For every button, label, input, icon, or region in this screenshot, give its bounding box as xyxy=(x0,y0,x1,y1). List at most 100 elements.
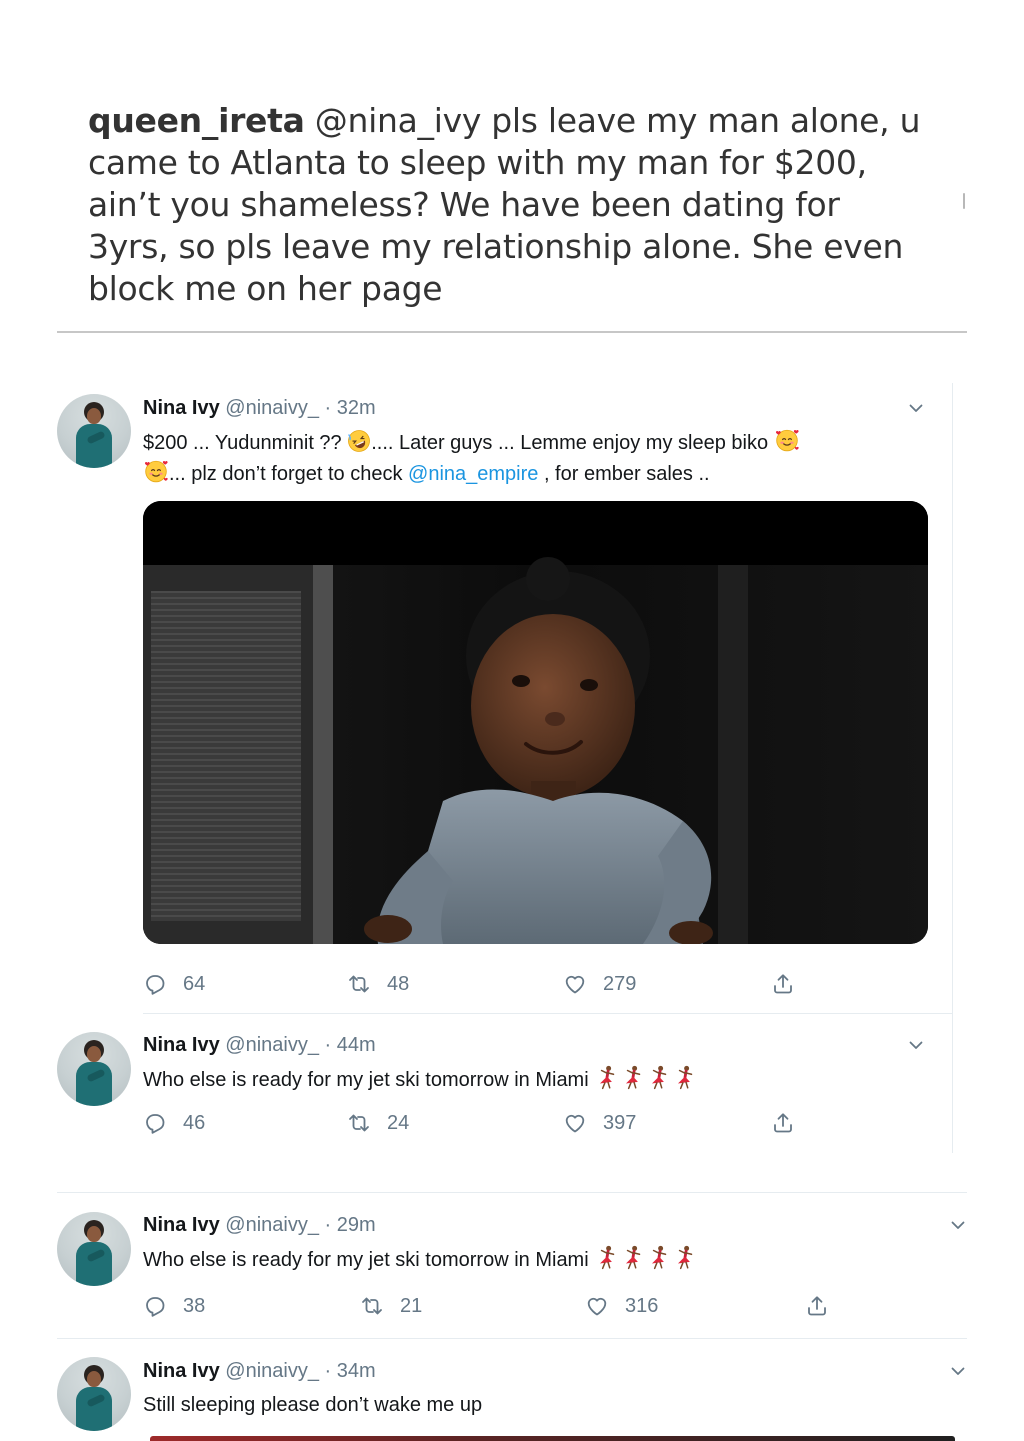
smiling-hearts-emoji xyxy=(774,427,800,453)
tweet-separator xyxy=(143,1013,952,1014)
reply-button[interactable]: 46 xyxy=(143,1108,205,1138)
avatar[interactable] xyxy=(57,1357,131,1431)
rofl-emoji xyxy=(347,429,371,453)
child-photo xyxy=(143,501,928,944)
user-handle[interactable]: @ninaivy_ xyxy=(225,1360,319,1382)
retweet-button[interactable]: 21 xyxy=(360,1291,422,1321)
tweet-header: Nina Ivy @ninaivy_ · 32m xyxy=(143,397,376,420)
tweet-text-line-1: $200 ... Yudunminit ?? .... Later guys .… xyxy=(143,427,800,458)
reply-button[interactable]: 38 xyxy=(143,1291,205,1321)
dancer-emoji xyxy=(620,1244,646,1270)
caption-line-1: queen_ireta @nina_ivy pls leave my man a… xyxy=(88,100,938,142)
caption-line-4: 3yrs, so pls leave my relationship alone… xyxy=(88,227,904,266)
share-icon xyxy=(771,972,795,996)
dancer-emoji xyxy=(672,1244,698,1270)
tweet-header: Nina Ivy @ninaivy_ · 44m xyxy=(143,1034,376,1057)
like-icon xyxy=(563,1111,587,1135)
reply-count: 38 xyxy=(183,1294,206,1317)
chevron-down-icon[interactable] xyxy=(906,398,926,418)
like-button[interactable]: 397 xyxy=(563,1108,636,1138)
retweet-icon xyxy=(360,1294,384,1318)
reply-count: 46 xyxy=(183,1111,206,1134)
dancer-emoji xyxy=(646,1064,672,1090)
tweet-text-part: ... plz don’t forget to check xyxy=(169,463,409,485)
tweet-text-part: Who else is ready for my jet ski tomorro… xyxy=(143,1069,589,1091)
caption-line-3: ain’t you shameless? We have been dating… xyxy=(88,185,840,224)
share-button[interactable] xyxy=(771,969,795,999)
tweet-text: Who else is ready for my jet ski tomorro… xyxy=(143,1064,698,1095)
share-button[interactable] xyxy=(771,1108,795,1138)
mention-link[interactable]: @nina_empire xyxy=(408,463,538,485)
chevron-down-icon[interactable] xyxy=(948,1215,968,1235)
smiling-hearts-emoji xyxy=(143,458,169,484)
tweet-media-image[interactable] xyxy=(143,501,928,944)
caption-line-1-text: pls leave my man alone, u xyxy=(481,101,921,140)
share-button[interactable] xyxy=(805,1291,829,1321)
tweet-header: Nina Ivy @ninaivy_ · 34m xyxy=(143,1360,376,1383)
dancer-emoji xyxy=(594,1244,620,1270)
tweet-actions: 38 21 316 xyxy=(143,1291,843,1321)
caption-line-5: block me on her page xyxy=(88,269,443,308)
reply-icon xyxy=(143,1111,167,1135)
caption-username: queen_ireta xyxy=(88,101,305,140)
dancer-emoji xyxy=(594,1064,620,1090)
reply-icon xyxy=(143,1294,167,1318)
timeline-right-border xyxy=(952,383,953,1153)
reply-icon xyxy=(143,972,167,996)
tweet-text: Still sleeping please don’t wake me up xyxy=(143,1391,482,1420)
tweet-text-part: .... Later guys ... Lemme enjoy my sleep… xyxy=(371,432,769,454)
tweet-text: Who else is ready for my jet ski tomorro… xyxy=(143,1244,698,1275)
caption-text: queen_ireta @nina_ivy pls leave my man a… xyxy=(88,100,938,310)
user-handle[interactable]: @ninaivy_ xyxy=(225,1034,319,1056)
user-handle[interactable]: @ninaivy_ xyxy=(225,397,319,419)
tweet-separator xyxy=(57,1192,967,1193)
separator-dot: · xyxy=(324,397,332,419)
display-name[interactable]: Nina Ivy xyxy=(143,1360,220,1382)
separator-dot: · xyxy=(324,1034,332,1056)
timestamp[interactable]: 32m xyxy=(337,397,376,419)
retweet-count: 48 xyxy=(387,972,410,995)
timestamp[interactable]: 44m xyxy=(337,1034,376,1056)
avatar[interactable] xyxy=(57,1212,131,1286)
display-name[interactable]: Nina Ivy xyxy=(143,397,220,419)
retweet-icon xyxy=(347,1111,371,1135)
like-button[interactable]: 316 xyxy=(585,1291,658,1321)
share-icon xyxy=(805,1294,829,1318)
tweet-actions: 46 24 397 xyxy=(143,1108,803,1138)
user-handle[interactable]: @ninaivy_ xyxy=(225,1214,319,1236)
tweet-media-edge xyxy=(150,1436,955,1441)
tweet-text-part: Still sleeping please don’t wake me up xyxy=(143,1394,483,1416)
chevron-down-icon[interactable] xyxy=(906,1035,926,1055)
separator-dot: · xyxy=(324,1214,332,1236)
retweet-button[interactable]: 24 xyxy=(347,1108,409,1138)
edge-mark xyxy=(963,193,965,209)
tweet-text-part: Who else is ready for my jet ski tomorro… xyxy=(143,1249,589,1271)
display-name[interactable]: Nina Ivy xyxy=(143,1034,220,1056)
dancer-emoji xyxy=(646,1244,672,1270)
dancer-emoji xyxy=(620,1064,646,1090)
tweet-text-part: , for ember sales .. xyxy=(538,463,710,485)
retweet-icon xyxy=(347,972,371,996)
retweet-button[interactable]: 48 xyxy=(347,969,409,999)
avatar[interactable] xyxy=(57,394,131,468)
dancer-emoji xyxy=(672,1064,698,1090)
caption-line-2: came to Atlanta to sleep with my man for… xyxy=(88,143,867,182)
reply-button[interactable]: 64 xyxy=(143,969,205,999)
reply-count: 64 xyxy=(183,972,206,995)
like-count: 316 xyxy=(625,1294,659,1317)
like-button[interactable]: 279 xyxy=(563,969,636,999)
timestamp[interactable]: 34m xyxy=(337,1360,376,1382)
retweet-count: 24 xyxy=(387,1111,410,1134)
like-count: 279 xyxy=(603,972,637,995)
chevron-down-icon[interactable] xyxy=(948,1361,968,1381)
share-icon xyxy=(771,1111,795,1135)
tweet-header: Nina Ivy @ninaivy_ · 29m xyxy=(143,1214,376,1237)
display-name[interactable]: Nina Ivy xyxy=(143,1214,220,1236)
caption-mention: @nina_ivy xyxy=(314,101,482,140)
timestamp[interactable]: 29m xyxy=(337,1214,376,1236)
like-icon xyxy=(585,1294,609,1318)
like-count: 397 xyxy=(603,1111,637,1134)
tweet-separator xyxy=(57,1338,967,1339)
avatar[interactable] xyxy=(57,1032,131,1106)
tweet-text-line-2: ... plz don’t forget to check @nina_empi… xyxy=(143,458,800,489)
